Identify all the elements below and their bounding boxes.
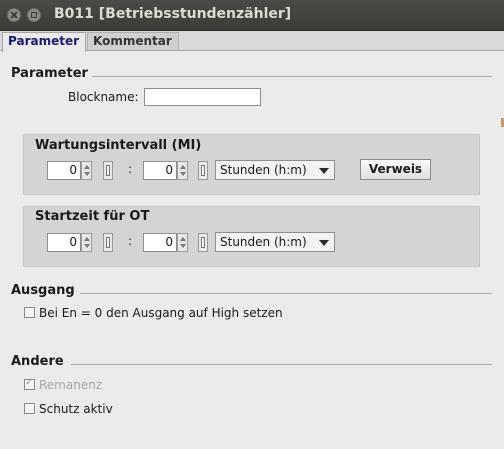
section-andere-heading: Andere xyxy=(11,354,64,369)
maintenance-unit-select[interactable]: Stunden (h:m) xyxy=(215,160,335,180)
window-title: B011 [Betriebsstundenzähler] xyxy=(54,6,292,22)
divider xyxy=(92,76,492,77)
arrow-up-icon[interactable] xyxy=(180,237,186,241)
blockname-label: Blockname: xyxy=(68,90,139,104)
arrow-up-icon[interactable] xyxy=(180,165,186,169)
tab-bar: Parameter Kommentar xyxy=(0,31,504,52)
start-unit-select[interactable]: Stunden (h:m) xyxy=(215,232,335,252)
start-unit-value: Stunden (h:m) xyxy=(220,235,307,249)
spinner-arrows[interactable] xyxy=(81,161,92,180)
maximize-icon[interactable] xyxy=(27,8,41,22)
maintenance-interval-group: Wartungsintervall (MI) 0 : 0 Stunden (h:… xyxy=(23,134,480,195)
maintenance-hours-field[interactable]: 0 xyxy=(47,161,81,180)
start-time-group: Startzeit für OT 0 : 0 Stunden (h:m) xyxy=(23,206,480,267)
spinner-arrows[interactable] xyxy=(177,161,188,180)
time-separator: : xyxy=(128,234,133,248)
output-high-checkbox-row[interactable]: Bei En = 0 den Ausgang auf High setzen xyxy=(24,306,324,320)
close-icon[interactable] xyxy=(7,8,21,22)
start-hours-slider[interactable] xyxy=(103,233,113,252)
remanenz-checkbox-row: Remanenz xyxy=(24,377,124,392)
schutz-checkbox-row[interactable]: Schutz aktiv xyxy=(24,402,134,416)
spinner-arrows[interactable] xyxy=(81,233,92,252)
tab-kommentar[interactable]: Kommentar xyxy=(87,32,179,50)
divider xyxy=(80,293,492,294)
output-high-checkbox[interactable] xyxy=(24,307,35,318)
maintenance-interval-title: Wartungsintervall (MI) xyxy=(35,138,202,153)
verweis-button[interactable]: Verweis xyxy=(360,159,431,180)
arrow-down-icon[interactable] xyxy=(180,172,186,176)
remanenz-checkbox xyxy=(24,377,35,390)
maintenance-hours-slider[interactable] xyxy=(103,161,113,180)
remanenz-label: Remanenz xyxy=(39,378,103,392)
title-bar: B011 [Betriebsstundenzähler] xyxy=(0,0,504,31)
start-time-title: Startzeit für OT xyxy=(35,209,150,224)
chevron-down-icon xyxy=(319,168,329,174)
maintenance-unit-value: Stunden (h:m) xyxy=(220,163,307,177)
arrow-up-icon[interactable] xyxy=(84,165,90,169)
chevron-down-icon xyxy=(319,240,329,246)
schutz-checkbox[interactable] xyxy=(24,403,35,414)
arrow-down-icon[interactable] xyxy=(84,244,90,248)
start-minutes-field[interactable]: 0 xyxy=(143,233,177,252)
tab-parameter[interactable]: Parameter xyxy=(2,32,86,52)
maintenance-minutes-slider[interactable] xyxy=(198,161,208,180)
arrow-down-icon[interactable] xyxy=(84,172,90,176)
arrow-down-icon[interactable] xyxy=(180,244,186,248)
output-high-label: Bei En = 0 den Ausgang auf High setzen xyxy=(39,306,283,320)
arrow-up-icon[interactable] xyxy=(84,237,90,241)
schutz-label: Schutz aktiv xyxy=(39,402,113,416)
time-separator: : xyxy=(128,162,133,176)
divider xyxy=(71,364,492,365)
blockname-input[interactable] xyxy=(144,88,261,106)
start-minutes-slider[interactable] xyxy=(198,233,208,252)
start-hours-field[interactable]: 0 xyxy=(47,233,81,252)
spinner-arrows[interactable] xyxy=(177,233,188,252)
section-ausgang-heading: Ausgang xyxy=(11,283,75,298)
maintenance-minutes-field[interactable]: 0 xyxy=(143,161,177,180)
section-parameter-heading: Parameter xyxy=(11,66,88,81)
